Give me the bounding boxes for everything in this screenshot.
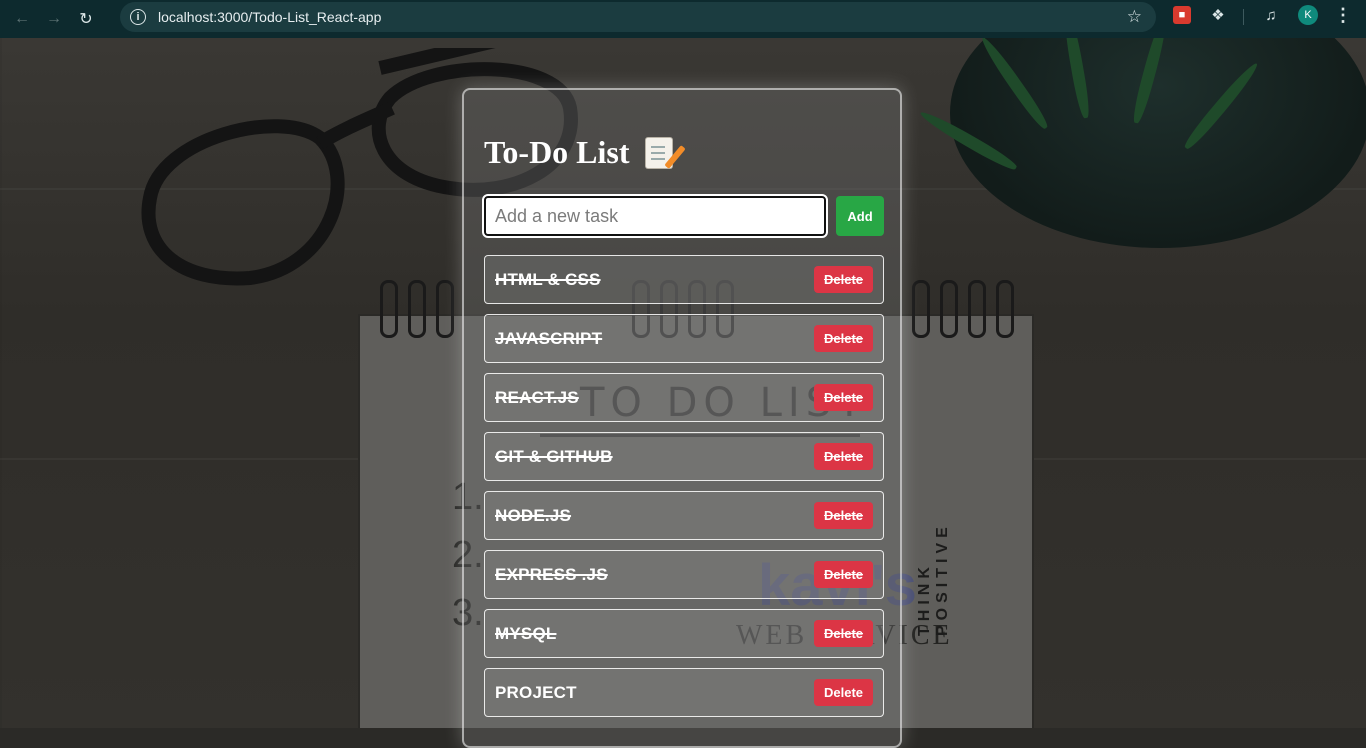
address-bar[interactable]: i localhost:3000/Todo-List_React-app ☆ [120,2,1156,32]
notebook-ring [912,280,930,338]
url-text[interactable]: localhost:3000/Todo-List_React-app [158,9,381,25]
notebook-ring [940,280,958,338]
forward-arrow-icon[interactable]: → [40,5,68,33]
task-label[interactable]: MYSQL [495,624,556,644]
delete-task-button[interactable]: Delete [814,443,873,470]
toolbar-divider [1243,9,1244,25]
task-label[interactable]: HTML & CSS [495,270,601,290]
notebook-ring [436,280,454,338]
delete-task-button[interactable]: Delete [814,679,873,706]
todo-title-row: To-Do List [484,134,672,171]
delete-task-button[interactable]: Delete [814,266,873,293]
puzzle-icon[interactable]: ❖ [1209,6,1227,24]
site-info-icon[interactable]: i [130,9,146,25]
media-control-icon[interactable]: ♫ [1262,6,1280,24]
delete-task-button[interactable]: Delete [814,325,873,352]
task-item[interactable]: HTML & CSS Delete [484,255,884,304]
task-label[interactable]: EXPRESS .JS [495,565,608,585]
back-arrow-icon[interactable]: ← [8,5,36,33]
add-task-button[interactable]: Add [836,196,884,236]
bookmark-star-icon[interactable]: ☆ [1127,7,1142,27]
task-list: HTML & CSS Delete JAVASCRIPT Delete REACT.JS… [484,255,884,727]
browser-toolbar: ← → ↻ i localhost:3000/Todo-List_React-a… [0,0,1366,38]
delete-task-button[interactable]: Delete [814,384,873,411]
reload-icon[interactable]: ↻ [72,5,100,33]
task-label[interactable]: REACT.JS [495,388,579,408]
task-item[interactable]: NODE.JS Delete [484,491,884,540]
notebook-ring [380,280,398,338]
notebook-ring [408,280,426,338]
task-item[interactable]: REACT.JS Delete [484,373,884,422]
task-item[interactable]: PROJECT Delete [484,668,884,717]
task-label[interactable]: GIT & GITHUB [495,447,613,467]
extension-icon[interactable]: ■ [1173,6,1191,24]
task-label[interactable]: JAVASCRIPT [495,329,602,349]
todo-card: To-Do List Add HTML & CSSDeleteJAVASCRIP… [462,88,902,748]
delete-task-button[interactable]: Delete [814,561,873,588]
task-item[interactable]: EXPRESS .JS Delete [484,550,884,599]
task-item[interactable]: MYSQL Delete [484,609,884,658]
delete-task-button[interactable]: Delete [814,620,873,647]
new-task-input[interactable] [482,194,828,238]
notebook-ring [968,280,986,338]
profile-avatar[interactable]: K [1298,5,1318,25]
more-menu-icon[interactable]: ⋮ [1334,5,1352,25]
task-item[interactable]: JAVASCRIPT Delete [484,314,884,363]
task-label[interactable]: NODE.JS [495,506,571,526]
task-label[interactable]: PROJECT [495,683,577,703]
page-title: To-Do List [484,134,630,170]
notebook-side-text: THINK POSITIVE [916,522,951,636]
notebook-ring [996,280,1014,338]
memo-icon [645,137,672,168]
delete-task-button[interactable]: Delete [814,502,873,529]
task-item[interactable]: GIT & GITHUB Delete [484,432,884,481]
